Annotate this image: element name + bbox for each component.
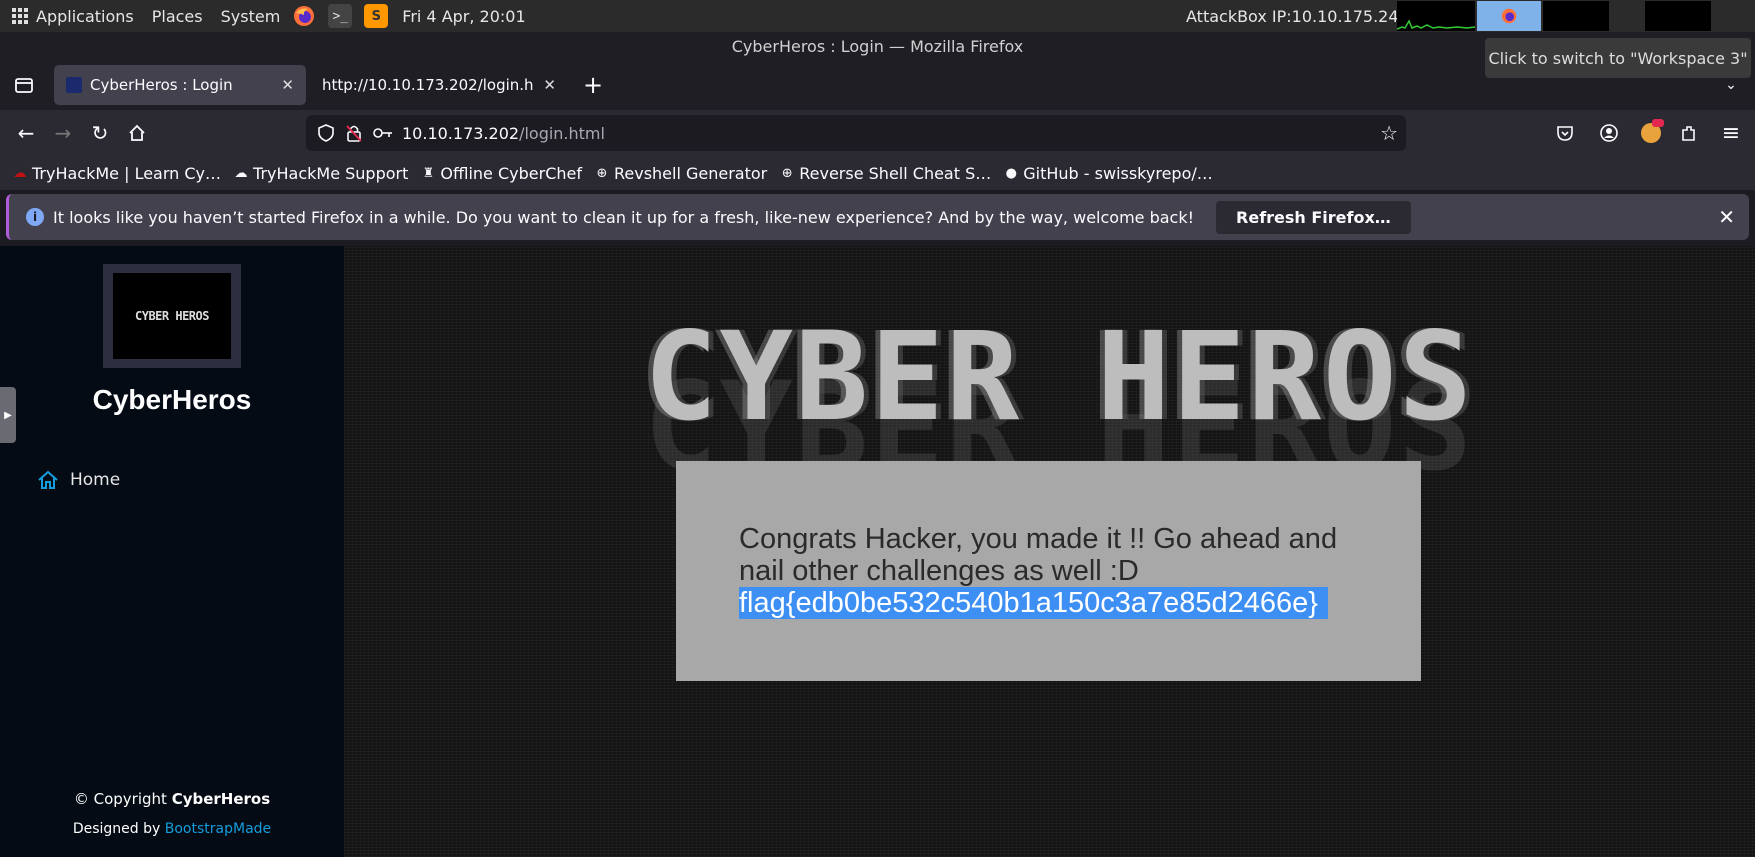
info-icon: i [26,208,44,226]
bookmark-label: Revshell Generator [613,163,768,183]
bookmark-reverse-shell-cheat-sheet[interactable]: ⊕ Reverse Shell Cheat S… [779,164,991,183]
pocket-button[interactable] [1549,117,1581,149]
applications-label: Applications [36,6,134,26]
tab-login-url[interactable]: http://10.10.173.202/login.h ✕ [310,65,568,105]
forward-button[interactable]: → [47,117,79,149]
applications-menu[interactable]: Applications [0,0,134,32]
nav-home-label: Home [70,470,121,490]
bookmark-tryhackme[interactable]: ☁ TryHackMe | Learn Cy… [12,163,222,183]
page-content: CYBER HEROS CyberHeros Home © Copyright … [0,246,1755,857]
bookmark-label: Offline CyberChef [440,163,582,183]
copyright-brand: CyberHeros [171,790,271,808]
home-icon [129,124,145,141]
tab-label: CyberHeros : Login [90,76,233,94]
panel-clock[interactable]: Fri 4 Apr, 20:01 [402,7,525,26]
bookmark-revshell-generator[interactable]: ⊕ Revshell Generator [594,163,768,183]
github-icon: ● [1005,165,1017,181]
extension-cookie-icon [1641,119,1664,143]
firefox-view-button[interactable] [8,69,40,101]
apps-grid-icon [12,8,28,24]
system-menu[interactable]: System [221,0,281,32]
account-button[interactable] [1593,117,1625,149]
back-button[interactable]: ← [10,117,42,149]
pocket-icon [1557,126,1573,141]
success-message-box: Congrats Hacker, you made it !! Go ahead… [676,461,1421,681]
extensions-button[interactable] [1673,117,1705,149]
cyberheros-banner: CYBER HEROS [644,306,1474,448]
bookmarks-toolbar: ☁ TryHackMe | Learn Cy… ☁ TryHackMe Supp… [0,156,1755,190]
chef-hat-icon: ♜ [422,165,435,181]
sublime-launcher-icon[interactable]: S [364,4,389,28]
credits: Designed by BootstrapMade [0,821,344,837]
key-icon[interactable] [372,123,394,143]
workspace-2-button[interactable] [1543,1,1609,31]
extension-button[interactable] [1635,117,1667,149]
main-content: CYBER HEROS Congrats Hacker, you made it… [344,246,1755,857]
account-icon [1600,124,1618,142]
new-tab-button[interactable]: + [577,69,609,101]
bootstrapmade-link[interactable]: BootstrapMade [165,821,271,837]
sidebar-toggle-handle[interactable]: ▶ [0,387,16,443]
window-title: CyberHeros : Login — Mozilla Firefox [731,36,1024,56]
navigation-toolbar: ← → ↻ 10.10.173.202/login.html ☆ ≡ [0,110,1755,156]
copyright-prefix: © Copyright [73,790,172,808]
url-path: /login.html [519,123,605,143]
success-message: Congrats Hacker, you made it !! Go ahead… [739,523,1379,619]
tab-list-icon [15,78,33,93]
nav-home[interactable]: Home [36,468,120,492]
system-label: System [220,6,281,26]
firefox-launcher-icon[interactable] [292,4,316,28]
cloud-icon: ☁ [234,165,248,181]
tab-label: http://10.10.173.202/login.h [322,76,534,94]
bookmark-label: GitHub - swisskyrepo/… [1023,163,1213,183]
menu-button[interactable]: ≡ [1715,117,1747,149]
credits-prefix: Designed by [72,821,165,837]
terminal-launcher-icon[interactable]: >_ [328,4,353,28]
sidebar: CYBER HEROS CyberHeros Home © Copyright … [0,246,344,857]
top-panel: Applications Places System >_ S Fri 4 Ap… [0,0,1755,32]
home-button[interactable] [121,117,153,149]
flag-value[interactable]: flag{edb0be532c540b1a150c3a7e85d2466e} [739,587,1328,619]
url-host: 10.10.173.202 [402,123,520,143]
system-monitor-graph [1396,1,1476,31]
places-menu[interactable]: Places [152,0,203,32]
insecure-lock-icon[interactable] [344,123,364,143]
tooltip-text: Click to switch to "Workspace 3" [1488,48,1748,68]
workspace-3-button[interactable] [1611,1,1643,31]
bookmark-label: Reverse Shell Cheat S… [799,163,992,183]
bookmark-label: TryHackMe | Learn Cy… [32,163,222,183]
congrats-text: Congrats Hacker, you made it !! Go ahead… [739,523,1338,587]
copyright: © Copyright CyberHeros [0,790,344,808]
bookmark-star-icon[interactable]: ☆ [1380,121,1398,145]
favicon-icon [66,77,82,93]
shield-icon[interactable] [316,123,336,143]
logo-image: CYBER HEROS [113,273,231,359]
close-tab-icon[interactable]: ✕ [543,76,556,94]
tryhackme-icon: ☁ [13,165,27,181]
bookmark-offline-cyberchef[interactable]: ♜ Offline CyberChef [420,164,582,183]
firefox-icon [1501,8,1517,24]
globe-icon: ⊕ [781,165,793,181]
site-name[interactable]: CyberHeros [0,384,344,416]
notification-text: It looks like you haven’t started Firefo… [53,207,1195,227]
close-notification-icon[interactable]: ✕ [1718,205,1735,229]
puzzle-icon [1682,126,1695,141]
refresh-firefox-button[interactable]: Refresh Firefox… [1216,200,1411,234]
globe-icon: ⊕ [596,165,608,181]
refresh-notification-bar: i It looks like you haven’t started Fire… [6,194,1749,240]
places-label: Places [151,6,203,26]
attackbox-ip: AttackBox IP:10.10.175.241 [1186,6,1409,26]
workspace-tooltip: Click to switch to "Workspace 3" [1485,38,1751,78]
reload-button[interactable]: ↻ [84,117,116,149]
home-icon [38,470,58,489]
close-tab-icon[interactable]: ✕ [281,76,294,94]
bookmark-tryhackme-support[interactable]: ☁ TryHackMe Support [233,163,409,183]
url-bar[interactable]: 10.10.173.202/login.html ☆ [306,115,1406,151]
tab-cyberheros-login[interactable]: CyberHeros : Login ✕ [54,65,306,105]
bookmark-github-swisskyrepo[interactable]: ● GitHub - swisskyrepo/… [1003,164,1213,183]
bookmark-label: TryHackMe Support [253,163,409,183]
workspace-1-button[interactable] [1477,1,1541,31]
workspace-4-button[interactable] [1645,1,1711,31]
site-logo[interactable]: CYBER HEROS [103,264,241,368]
